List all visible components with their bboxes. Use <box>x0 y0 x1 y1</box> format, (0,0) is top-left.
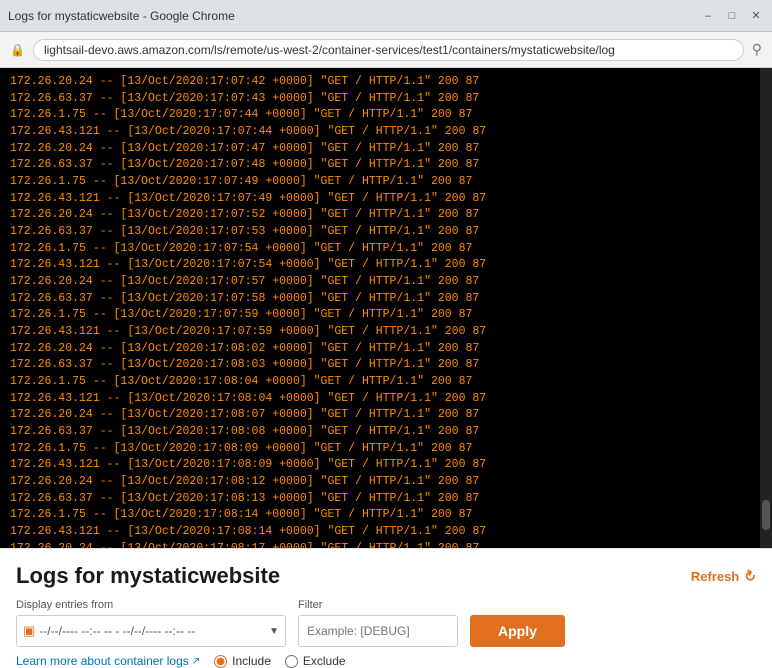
bottom-row1: Logs for mystaticwebsite Refresh ↻ <box>16 563 756 589</box>
log-line: 172.26.63.37 -- [13/Oct/2020:17:07:53 +0… <box>10 224 762 241</box>
address-bar: 🔒 lightsail-devo.aws.amazon.com/ls/remot… <box>0 32 772 68</box>
minimize-button[interactable]: – <box>700 8 716 24</box>
exclude-radio-label[interactable]: Exclude <box>285 654 346 668</box>
log-line: 172.26.43.121 -- [13/Oct/2020:17:07:54 +… <box>10 257 762 274</box>
search-icon[interactable]: ⚲ <box>752 41 762 58</box>
log-line: 172.26.20.24 -- [13/Oct/2020:17:08:07 +0… <box>10 407 762 424</box>
log-line: 172.26.1.75 -- [13/Oct/2020:17:08:14 +00… <box>10 507 762 524</box>
log-line: 172.26.20.24 -- [13/Oct/2020:17:07:57 +0… <box>10 274 762 291</box>
bottom-row3: Learn more about container logs ↗ Includ… <box>16 654 756 668</box>
external-link-icon: ↗ <box>192 656 200 667</box>
log-line: 172.26.43.121 -- [13/Oct/2020:17:07:49 +… <box>10 191 762 208</box>
log-line: 172.26.1.75 -- [13/Oct/2020:17:07:44 +00… <box>10 107 762 124</box>
maximize-button[interactable]: □ <box>724 8 740 24</box>
exclude-radio[interactable] <box>285 655 298 668</box>
page-title: Logs for mystaticwebsite <box>16 563 280 589</box>
log-line: 172.26.63.37 -- [13/Oct/2020:17:08:03 +0… <box>10 357 762 374</box>
log-line: 172.26.43.121 -- [13/Oct/2020:17:07:59 +… <box>10 324 762 341</box>
log-line: 172.26.63.37 -- [13/Oct/2020:17:07:48 +0… <box>10 157 762 174</box>
learn-more-link[interactable]: Learn more about container logs ↗ <box>16 654 200 668</box>
titlebar-controls: – □ ✕ <box>700 8 764 24</box>
log-line: 172.26.1.75 -- [13/Oct/2020:17:08:09 +00… <box>10 441 762 458</box>
scrollbar-thumb[interactable] <box>762 500 770 530</box>
filter-group: Filter <box>298 599 458 647</box>
log-lines-container: 172.26.20.24 -- [13/Oct/2020:17:07:42 +0… <box>10 74 762 548</box>
date-range-group: Display entries from ▣ --/--/---- --:-- … <box>16 599 286 647</box>
log-line: 172.26.1.75 -- [13/Oct/2020:17:07:54 +00… <box>10 241 762 258</box>
refresh-label: Refresh <box>691 569 739 584</box>
log-line: 172.26.1.75 -- [13/Oct/2020:17:07:59 +00… <box>10 307 762 324</box>
log-line: 172.26.20.24 -- [13/Oct/2020:17:08:12 +0… <box>10 474 762 491</box>
log-line: 172.26.63.37 -- [13/Oct/2020:17:07:43 +0… <box>10 91 762 108</box>
calendar-icon: ▣ <box>23 623 35 639</box>
log-line: 172.26.20.24 -- [13/Oct/2020:17:07:42 +0… <box>10 74 762 91</box>
refresh-button[interactable]: Refresh ↻ <box>691 568 756 585</box>
filter-input[interactable] <box>298 615 458 647</box>
log-terminal[interactable]: 172.26.20.24 -- [13/Oct/2020:17:07:42 +0… <box>0 68 772 548</box>
date-range-input[interactable]: ▣ --/--/---- --:-- -- - --/--/---- --:--… <box>16 615 286 647</box>
include-radio-label[interactable]: Include <box>214 654 271 668</box>
close-button[interactable]: ✕ <box>748 8 764 24</box>
log-line: 172.26.63.37 -- [13/Oct/2020:17:08:13 +0… <box>10 491 762 508</box>
lock-icon: 🔒 <box>10 43 25 57</box>
url-input[interactable]: lightsail-devo.aws.amazon.com/ls/remote/… <box>33 39 744 61</box>
browser-title: Logs for mystaticwebsite - Google Chrome <box>8 9 235 23</box>
log-line: 172.26.1.75 -- [13/Oct/2020:17:08:04 +00… <box>10 374 762 391</box>
form-row: Display entries from ▣ --/--/---- --:-- … <box>16 599 756 647</box>
apply-button[interactable]: Apply <box>470 615 565 647</box>
bottom-panel: Logs for mystaticwebsite Refresh ↻ Displ… <box>0 548 772 655</box>
log-line: 172.26.20.24 -- [13/Oct/2020:17:07:52 +0… <box>10 207 762 224</box>
include-radio[interactable] <box>214 655 227 668</box>
log-line: 172.26.20.24 -- [13/Oct/2020:17:08:02 +0… <box>10 341 762 358</box>
log-line: 172.26.63.37 -- [13/Oct/2020:17:08:08 +0… <box>10 424 762 441</box>
browser-titlebar: Logs for mystaticwebsite - Google Chrome… <box>0 0 772 32</box>
chevron-down-icon: ▼ <box>269 626 279 637</box>
log-line: 172.26.20.24 -- [13/Oct/2020:17:07:47 +0… <box>10 141 762 158</box>
refresh-icon: ↻ <box>741 566 760 587</box>
log-line: 172.26.43.121 -- [13/Oct/2020:17:08:09 +… <box>10 457 762 474</box>
log-line: 172.26.43.121 -- [13/Oct/2020:17:08:04 +… <box>10 391 762 408</box>
date-range-text: --/--/---- --:-- -- - --/--/---- --:-- -… <box>39 624 265 638</box>
log-line: 172.26.63.37 -- [13/Oct/2020:17:07:58 +0… <box>10 291 762 308</box>
filter-label: Filter <box>298 599 458 611</box>
log-line: 172.26.20.24 -- [13/Oct/2020:17:08:17 +0… <box>10 541 762 548</box>
titlebar-left: Logs for mystaticwebsite - Google Chrome <box>8 9 235 23</box>
date-label: Display entries from <box>16 599 286 611</box>
exclude-label: Exclude <box>303 654 346 668</box>
learn-more-text: Learn more about container logs <box>16 654 189 668</box>
include-label: Include <box>232 654 271 668</box>
scrollbar-track[interactable] <box>760 68 772 548</box>
log-line: 172.26.1.75 -- [13/Oct/2020:17:07:49 +00… <box>10 174 762 191</box>
log-line: 172.26.43.121 -- [13/Oct/2020:17:08:14 +… <box>10 524 762 541</box>
log-line: 172.26.43.121 -- [13/Oct/2020:17:07:44 +… <box>10 124 762 141</box>
